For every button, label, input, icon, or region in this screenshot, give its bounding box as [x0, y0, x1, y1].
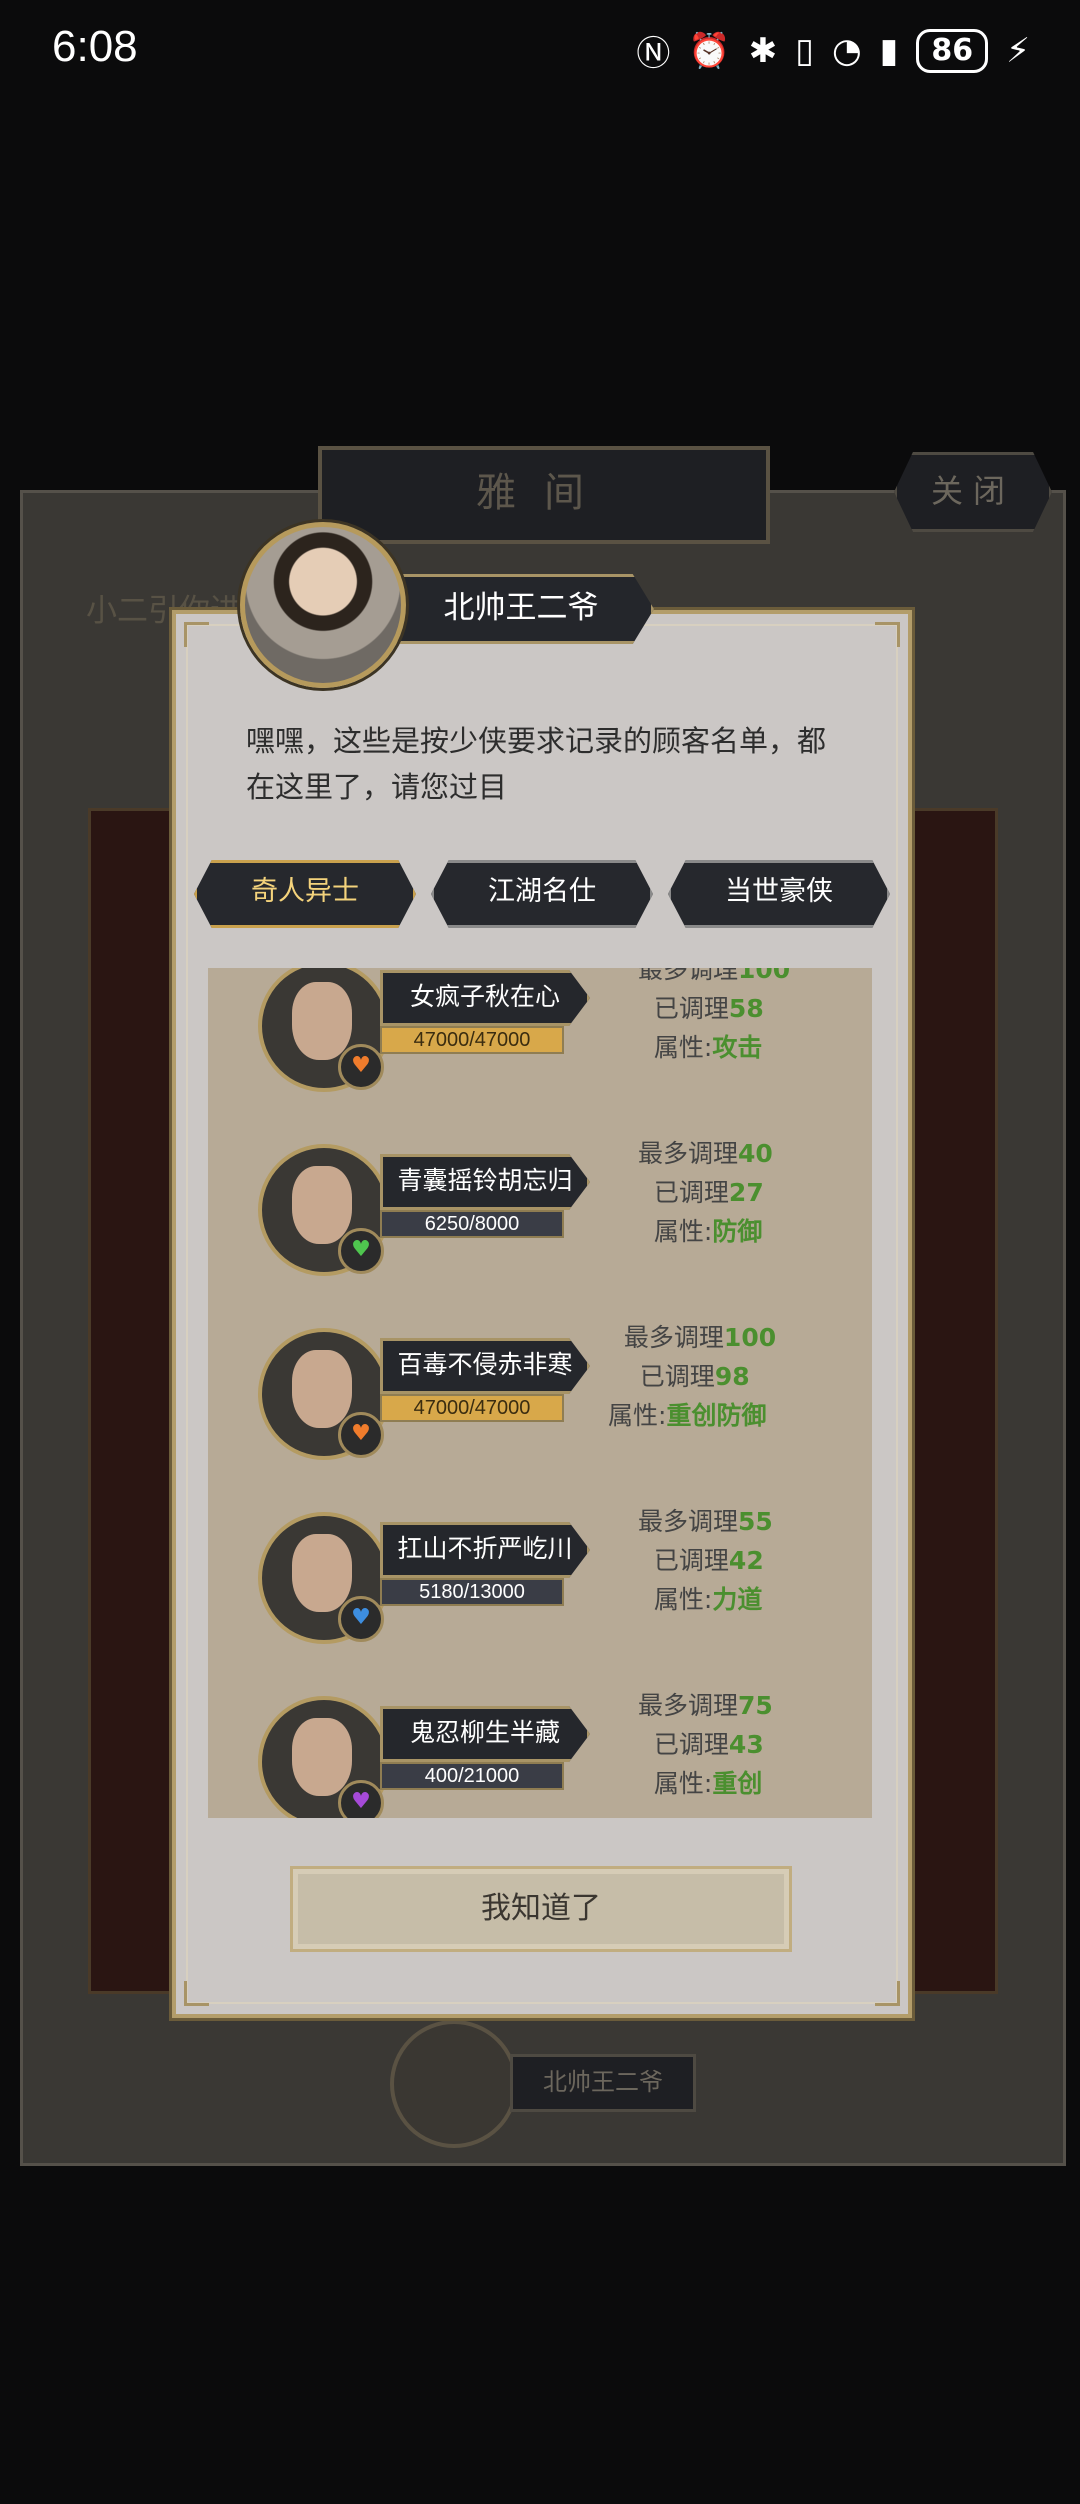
attr-value: 重创防御	[666, 1401, 767, 1430]
vibrate-icon: ▯	[795, 30, 814, 71]
max-value: 100	[738, 968, 791, 984]
list-item[interactable]: ♥ 扛山不折严屹川 5180/13000 最多调理55 已调理42 属性:力道	[208, 1500, 872, 1686]
nfc-icon: Ⓝ	[636, 34, 671, 74]
hero-stats: 最多调理100 已调理98 属性:重创防御	[608, 1318, 848, 1435]
hero-list[interactable]: ♥ 女疯子秋在心 47000/47000 最多调理100 已调理58 属性:攻击…	[208, 968, 872, 1818]
max-value: 55	[738, 1507, 773, 1536]
done-value: 42	[728, 1546, 764, 1575]
heart-icon: ♥	[338, 1044, 384, 1090]
confirm-button[interactable]: 我知道了	[290, 1866, 792, 1952]
battery-indicator: 86	[916, 28, 989, 73]
hero-hp-bar: 47000/47000	[380, 1026, 564, 1054]
hero-name: 青囊摇铃胡忘归	[380, 1154, 590, 1210]
done-value: 43	[728, 1730, 764, 1759]
wifi-icon: ◔	[831, 30, 862, 71]
npc-portrait	[240, 522, 406, 688]
max-label: 最多调理	[638, 1691, 739, 1720]
attr-value: 攻击	[712, 1033, 763, 1062]
list-item[interactable]: ♥ 鬼忍柳生半藏 400/21000 最多调理75 已调理43 属性:重创	[208, 1684, 872, 1818]
max-label: 最多调理	[623, 1323, 724, 1352]
room-title-tab: 雅间	[318, 446, 770, 544]
attr-label: 属性:	[608, 1401, 667, 1430]
corner-ornament	[184, 622, 209, 647]
hero-stats: 最多调理55 已调理42 属性:力道	[638, 1502, 838, 1619]
attr-label: 属性:	[653, 1769, 713, 1798]
done-label: 已调理	[639, 1362, 715, 1391]
max-value: 100	[723, 1323, 777, 1352]
npc-name-plate: 北帅王二爷	[388, 574, 654, 644]
attr-value: 重创	[712, 1769, 763, 1798]
heart-icon: ♥	[338, 1596, 384, 1642]
status-icons: Ⓝ ⏰ ✱ ▯ ◔ ▮ 86 ⚡	[636, 26, 1030, 75]
attr-label: 属性:	[653, 1585, 713, 1614]
hero-name: 女疯子秋在心	[380, 970, 590, 1026]
background-portrait	[390, 2020, 518, 2148]
done-label: 已调理	[653, 994, 729, 1023]
hero-hp-bar: 47000/47000	[380, 1394, 564, 1422]
bluetooth-icon: ✱	[748, 30, 778, 71]
tab-jianghu-mingshi[interactable]: 江湖名仕	[431, 860, 653, 928]
heart-icon: ♥	[338, 1780, 384, 1818]
hero-stats: 最多调理75 已调理43 属性:重创	[638, 1686, 838, 1803]
done-value: 98	[714, 1362, 750, 1391]
status-bar: 6:08 Ⓝ ⏰ ✱ ▯ ◔ ▮ 86 ⚡	[0, 0, 1080, 100]
list-item[interactable]: ♥ 百毒不侵赤非寒 47000/47000 最多调理100 已调理98 属性:重…	[208, 1316, 872, 1502]
max-value: 40	[738, 1139, 773, 1168]
list-item[interactable]: ♥ 女疯子秋在心 47000/47000 最多调理100 已调理58 属性:攻击	[208, 968, 872, 1134]
tab-qiren-yishi[interactable]: 奇人异士	[194, 860, 416, 928]
hero-stats: 最多调理40 已调理27 属性:防御	[638, 1134, 838, 1251]
hero-name: 百毒不侵赤非寒	[380, 1338, 590, 1394]
signal-icon: ▮	[879, 30, 899, 71]
background-npc-name: 北帅王二爷	[510, 2054, 696, 2112]
heart-icon: ♥	[338, 1412, 384, 1458]
max-label: 最多调理	[638, 1507, 739, 1536]
heart-icon: ♥	[338, 1228, 384, 1274]
corner-ornament	[875, 1981, 900, 2006]
hero-hp-bar: 400/21000	[380, 1762, 564, 1790]
hero-stats: 最多调理100 已调理58 属性:攻击	[638, 968, 838, 1067]
category-tabs: 奇人异士 江湖名仕 当世豪侠	[194, 860, 890, 928]
max-label: 最多调理	[638, 968, 739, 984]
close-button[interactable]: 关闭	[894, 452, 1052, 532]
dialog-intro-text: 嘿嘿，这些是按少侠要求记录的顾客名单，都在这里了，请您过目	[246, 724, 827, 804]
attr-label: 属性:	[653, 1033, 713, 1062]
status-time: 6:08	[52, 22, 138, 71]
charging-icon: ⚡	[1006, 30, 1030, 71]
done-value: 58	[728, 994, 764, 1023]
done-label: 已调理	[653, 1546, 729, 1575]
hero-name: 扛山不折严屹川	[380, 1522, 590, 1578]
done-label: 已调理	[653, 1178, 729, 1207]
corner-ornament	[875, 622, 900, 647]
max-value: 75	[738, 1691, 773, 1720]
attr-label: 属性:	[653, 1217, 713, 1246]
done-label: 已调理	[653, 1730, 729, 1759]
hero-hp-bar: 6250/8000	[380, 1210, 564, 1238]
attr-value: 力道	[712, 1585, 763, 1614]
tab-dangshi-haoxia[interactable]: 当世豪侠	[668, 860, 890, 928]
max-label: 最多调理	[638, 1139, 739, 1168]
done-value: 27	[728, 1178, 764, 1207]
alarm-icon: ⏰	[688, 30, 731, 71]
list-item[interactable]: ♥ 青囊摇铃胡忘归 6250/8000 最多调理40 已调理27 属性:防御	[208, 1132, 872, 1318]
attr-value: 防御	[712, 1217, 763, 1246]
hero-name: 鬼忍柳生半藏	[380, 1706, 590, 1762]
corner-ornament	[184, 1981, 209, 2006]
hero-hp-bar: 5180/13000	[380, 1578, 564, 1606]
